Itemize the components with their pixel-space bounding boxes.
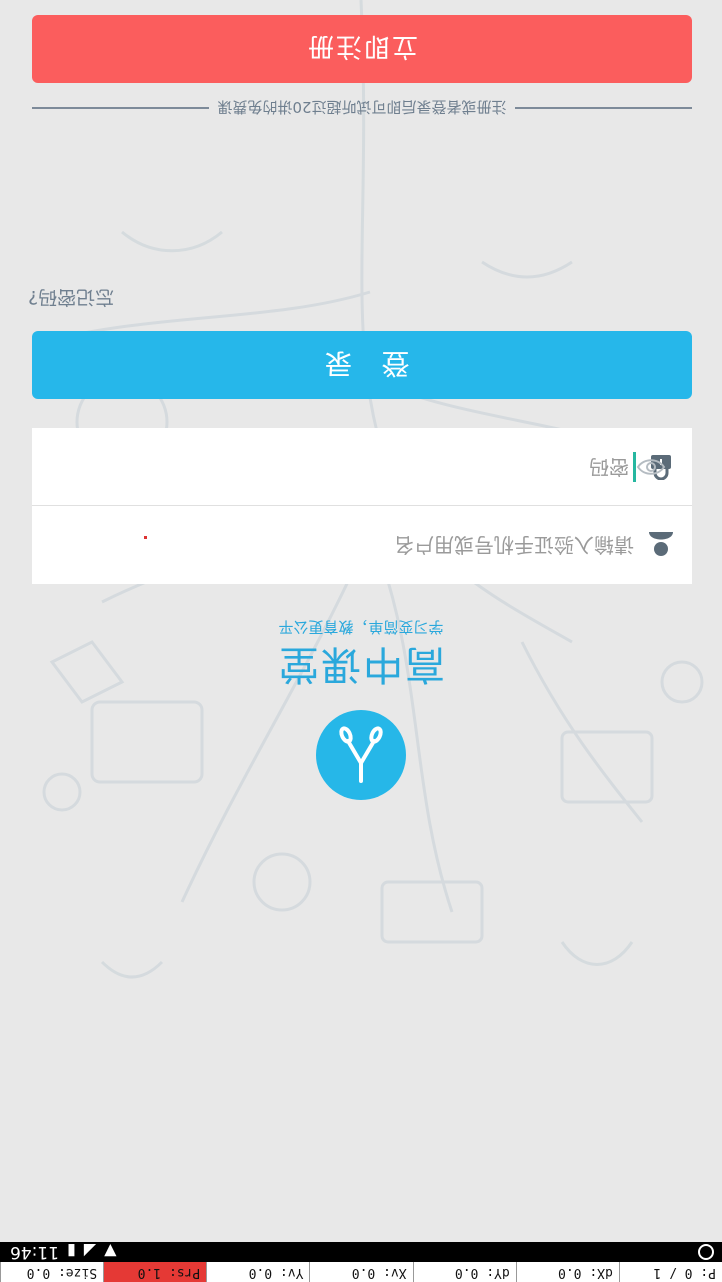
pointer-location-overlay: P: 0 / 1 dX: 0.0 dY: 0.0 Xv: 0.0 Yv: 0.0… xyxy=(0,1262,722,1282)
login-form xyxy=(32,428,692,584)
brand-title: 高中课堂 xyxy=(277,641,445,687)
pointer-count: P: 0 / 1 xyxy=(618,1262,722,1282)
eye-icon[interactable] xyxy=(636,457,666,477)
sync-icon xyxy=(698,1244,714,1260)
login-screen: P: 0 / 1 dX: 0.0 dY: 0.0 Xv: 0.0 Yv: 0.0… xyxy=(0,0,722,1282)
pointer-yv: Yv: 0.0 xyxy=(206,1262,310,1282)
touch-indicator xyxy=(144,536,147,539)
pointer-pressure: Prs: 1.0 xyxy=(103,1262,207,1282)
pointer-xv: Xv: 0.0 xyxy=(309,1262,413,1282)
password-row xyxy=(32,428,692,506)
register-hint-text: 注册或者登录后即可试听超过20讲的免费课 xyxy=(217,98,507,117)
status-time: 11:46 xyxy=(10,1242,59,1262)
username-row xyxy=(32,505,692,584)
divider-line-left xyxy=(514,107,692,109)
pointer-dx: dX: 0.0 xyxy=(515,1262,619,1282)
register-button[interactable]: 立即注册 xyxy=(32,15,692,83)
pointer-size: Size: 0.0 xyxy=(0,1262,104,1282)
status-bar: P: 0 / 1 dX: 0.0 dY: 0.0 Xv: 0.0 Yv: 0.0… xyxy=(0,1242,722,1282)
signal-icon: ◢ xyxy=(83,1242,97,1262)
user-icon xyxy=(649,532,673,556)
username-input[interactable] xyxy=(132,532,636,558)
brand-slogan: 学习变简单，教育更公平 xyxy=(278,618,444,636)
forgot-password-link[interactable]: 忘记密码? xyxy=(28,285,138,312)
divider-line-right xyxy=(32,107,210,109)
login-button[interactable]: 登 录 xyxy=(32,331,692,399)
status-icons: ▼ ◢ ▮ 11:46 xyxy=(10,1242,116,1262)
tweezers-logo-icon xyxy=(339,726,383,783)
app-logo xyxy=(316,710,406,800)
pointer-dy: dY: 0.0 xyxy=(412,1262,516,1282)
status-left xyxy=(698,1242,714,1262)
register-hint: 注册或者登录后即可试听超过20讲的免费课 xyxy=(32,96,692,120)
battery-icon: ▮ xyxy=(67,1242,76,1262)
wifi-icon: ▼ xyxy=(104,1242,117,1262)
password-input[interactable] xyxy=(127,454,631,480)
